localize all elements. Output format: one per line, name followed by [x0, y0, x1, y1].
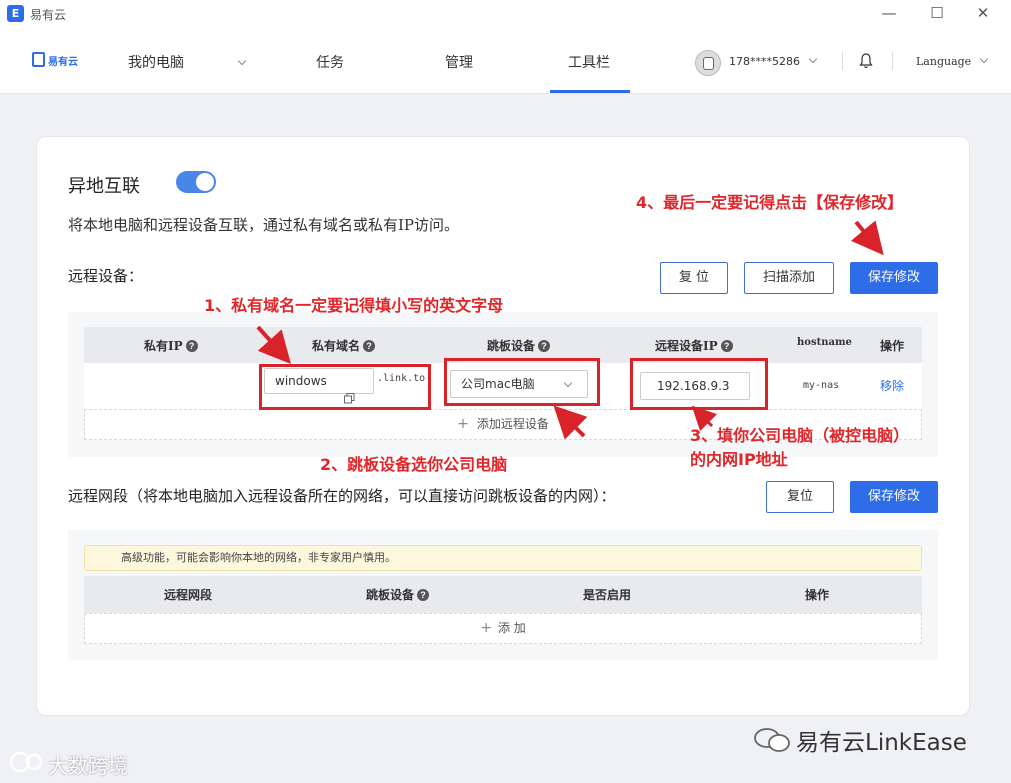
window-titlebar: E 易有云 — ☐ ✕ — [0, 0, 1011, 28]
help-icon[interactable]: ? — [185, 340, 198, 352]
add-segment-label: 添 加 — [497, 621, 526, 635]
annotation-3-line1: 3、填你公司电脑（被控电脑） — [690, 426, 910, 445]
account-menu[interactable]: 178****5286 — [729, 54, 817, 68]
reset-button[interactable]: 复 位 — [660, 262, 728, 294]
language-label: Language — [916, 55, 972, 68]
language-select[interactable]: Language — [916, 54, 988, 68]
toggle-knob — [196, 173, 214, 191]
highlight-domain — [259, 364, 431, 410]
top-navbar: 易有云 我的电脑 任务 管理 工具栏 178****5286 Language — [0, 28, 1011, 94]
bell-icon[interactable] — [859, 53, 873, 69]
maximize-button[interactable]: ☐ — [922, 2, 952, 24]
logo-mark-icon — [32, 52, 45, 67]
logo-text: 易有云 — [48, 57, 78, 68]
help-icon[interactable]: ? — [363, 340, 376, 352]
annotation-1: 1、私有域名一定要记得填小写的英文字母 — [204, 296, 504, 315]
annotation-3-line2: 的内网IP地址 — [690, 450, 788, 469]
divider — [892, 52, 893, 70]
remote-segments-header: 远程网段 跳板设备? 是否启用 操作 — [84, 576, 922, 613]
add-remote-device-label: 添加远程设备 — [476, 417, 549, 431]
divider — [842, 52, 843, 70]
remote-link-toggle[interactable] — [176, 171, 216, 193]
highlight-remote-ip — [630, 358, 768, 410]
avatar-face-icon — [703, 57, 714, 70]
plus-icon: + — [480, 620, 492, 636]
save-changes-button[interactable]: 保存修改 — [850, 262, 938, 294]
watermark-right: 易有云LinkEase — [796, 730, 967, 756]
segments-reset-button[interactable]: 复位 — [766, 481, 834, 513]
remove-link[interactable]: 移除 — [880, 377, 904, 394]
watermark-left: 大数跨境 — [48, 754, 128, 778]
scan-add-button[interactable]: 扫描添加 — [744, 262, 834, 294]
annotation-2: 2、跳板设备选你公司电脑 — [320, 455, 508, 474]
app-icon: E — [7, 5, 24, 22]
add-segment-button[interactable]: + 添 加 — [84, 613, 922, 644]
col-action: 操作 — [880, 339, 905, 353]
section-title: 异地互联 — [68, 176, 140, 197]
col-enabled: 是否启用 — [583, 588, 632, 602]
wechat-icon — [754, 728, 790, 752]
plus-icon: + — [457, 416, 469, 432]
nav-manage[interactable]: 管理 — [445, 52, 473, 72]
segments-save-button[interactable]: 保存修改 — [850, 481, 938, 513]
close-button[interactable]: ✕ — [968, 2, 998, 24]
col-remote-ip: 远程设备IP? — [655, 337, 733, 354]
chevron-down-icon — [979, 54, 988, 64]
brand-logo: 易有云 — [32, 52, 78, 70]
annotation-4: 4、最后一定要记得点击【保存修改】 — [636, 193, 904, 212]
hostname-value: my-nas — [803, 380, 840, 391]
remote-devices-title: 远程设备： — [68, 267, 144, 285]
col-private-domain: 私有域名? — [312, 337, 376, 354]
col-jump-device: 跳板设备? — [487, 337, 551, 354]
section-description: 将本地电脑和远程设备互联，通过私有域名或私有IP访问。 — [68, 216, 460, 234]
nav-my-computer[interactable]: 我的电脑 — [128, 52, 247, 72]
col-segment-jump-device: 跳板设备? — [366, 586, 430, 603]
col-private-ip: 私有IP? — [144, 337, 198, 354]
remote-segments-title: 远程网段（将本地电脑加入远程设备所在的网络，可以直接访问跳板设备的内网）： — [68, 487, 616, 505]
account-name: 178****5286 — [729, 55, 800, 68]
highlight-jump-device — [444, 358, 600, 406]
active-tab-indicator — [550, 90, 630, 93]
minimize-button[interactable]: — — [874, 2, 904, 24]
col-segment-action: 操作 — [805, 588, 830, 602]
help-icon[interactable]: ? — [538, 340, 551, 352]
col-hostname: hostname — [797, 337, 852, 348]
window-title: 易有云 — [30, 8, 67, 22]
help-icon[interactable]: ? — [417, 589, 430, 601]
help-icon[interactable]: ? — [720, 340, 733, 352]
chevron-down-icon — [237, 56, 247, 66]
watermark-logo-icon — [9, 751, 43, 773]
avatar[interactable] — [695, 50, 721, 76]
warning-banner: 高级功能，可能会影响你本地的网络，非专家用户慎用。 — [84, 545, 922, 571]
nav-tasks[interactable]: 任务 — [316, 52, 344, 72]
nav-toolbar[interactable]: 工具栏 — [568, 52, 610, 72]
col-remote-segment: 远程网段 — [164, 588, 213, 602]
chevron-down-icon — [808, 54, 817, 64]
nav-my-computer-label: 我的电脑 — [128, 55, 184, 71]
